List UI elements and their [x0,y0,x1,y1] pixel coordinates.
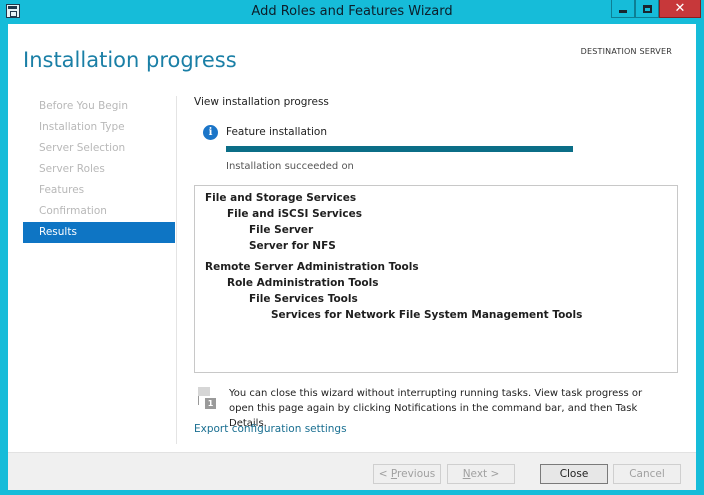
nav-item-server-roles[interactable]: Server Roles [23,159,175,180]
wizard-nav: Before You Begin Installation Type Serve… [23,96,175,243]
nav-item-results[interactable]: Results [23,222,175,243]
nav-divider [176,96,177,444]
nav-item-installation-type[interactable]: Installation Type [23,117,175,138]
close-icon: ✕ [674,1,686,16]
info-icon: i [203,125,218,140]
cancel-button[interactable]: Cancel [613,464,681,484]
nav-item-confirmation[interactable]: Confirmation [23,201,175,222]
close-window-button[interactable]: ✕ [659,0,701,18]
nav-item-features[interactable]: Features [23,180,175,201]
destination-server-label: DESTINATION SERVER [580,47,672,56]
results-list[interactable]: File and Storage Services File and iSCSI … [194,185,678,373]
wizard-client-area: Installation progress DESTINATION SERVER… [8,24,696,490]
next-button[interactable]: Next > [447,464,515,484]
result-item: Services for Network File System Managem… [271,309,583,321]
minimize-button[interactable] [611,0,635,18]
result-item: File and iSCSI Services [227,208,362,220]
maximize-button[interactable] [635,0,659,18]
wizard-footer: < Previous Next > Close Cancel [8,452,696,490]
installation-status: Installation succeeded on [226,161,354,172]
nav-item-server-selection[interactable]: Server Selection [23,138,175,159]
notification-count-badge: 1 [205,398,216,409]
result-item: Server for NFS [249,240,336,252]
feature-installation-label: Feature installation [226,126,327,138]
title-bar[interactable]: Add Roles and Features Wizard ✕ [0,0,704,24]
result-item: Remote Server Administration Tools [205,261,419,273]
progress-bar [226,146,573,152]
minimize-icon [619,10,627,13]
progress-fill [226,146,573,152]
result-item: Role Administration Tools [227,277,379,289]
result-item: File Services Tools [249,293,358,305]
nav-item-before-you-begin[interactable]: Before You Begin [23,96,175,117]
result-item: File Server [249,224,314,236]
page-title: Installation progress [23,48,237,72]
section-subheading: View installation progress [194,96,329,108]
window-title: Add Roles and Features Wizard [251,4,453,19]
export-configuration-link[interactable]: Export configuration settings [194,423,347,435]
close-button[interactable]: Close [540,464,608,484]
result-item: File and Storage Services [205,192,357,204]
previous-button[interactable]: < Previous [373,464,441,484]
notification-flag-icon: 1 [198,387,216,409]
maximize-icon [642,4,652,13]
